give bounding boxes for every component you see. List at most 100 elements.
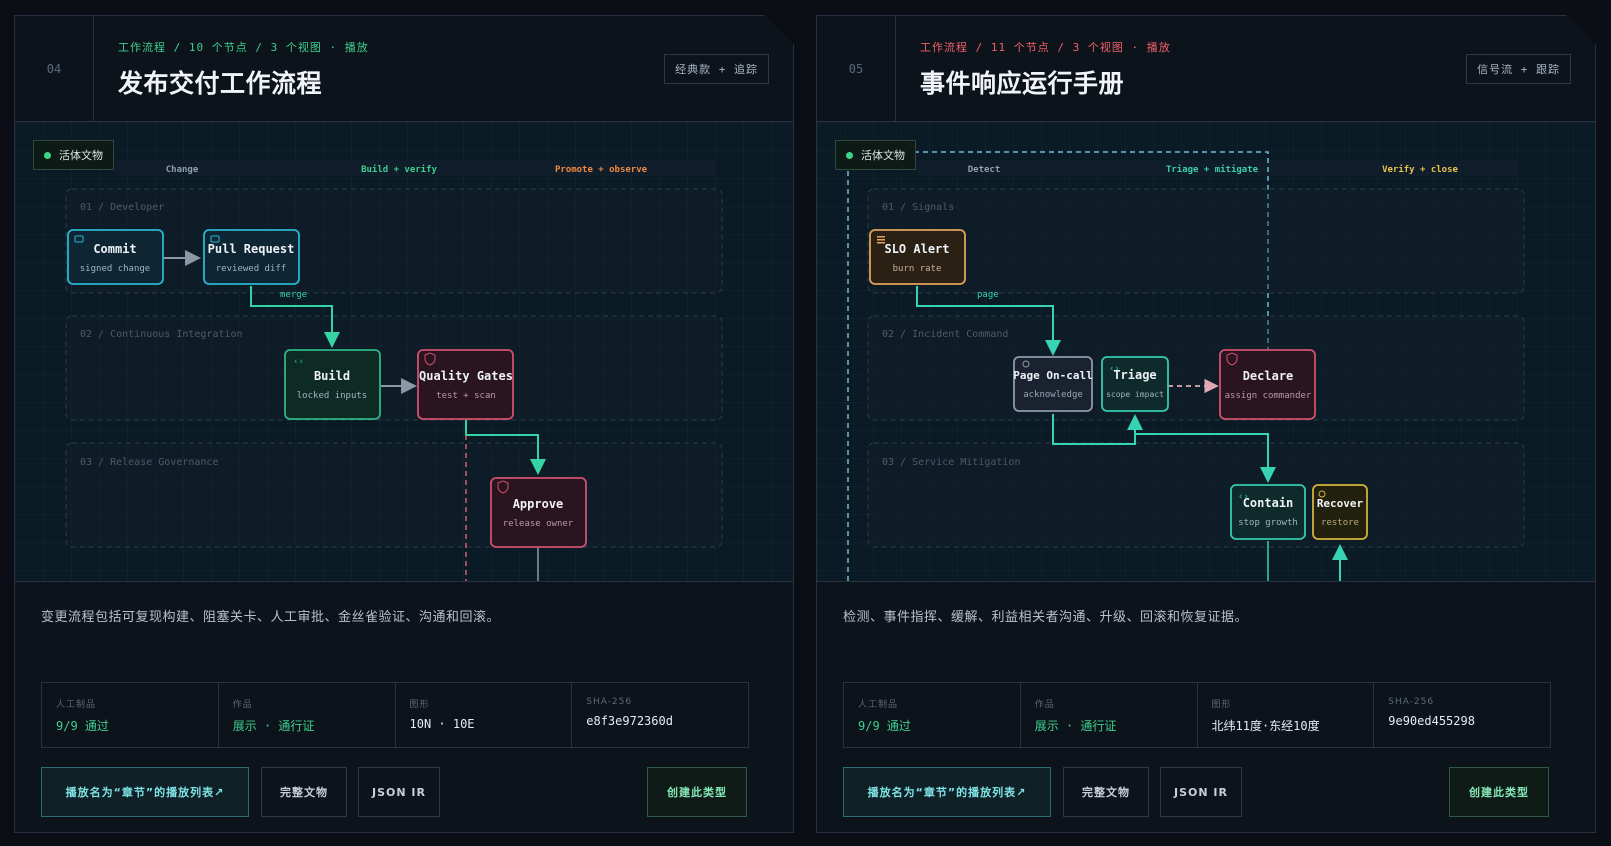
live-artifact-badge: 活体文物 (33, 140, 114, 170)
card-header: 04 工作流程 / 10 个节点 / 3 个视图 · 播放 发布交付工作流程 经… (15, 16, 793, 122)
node-declare[interactable]: Declare assign commander (1219, 349, 1316, 420)
workflow-card: 05 工作流程 / 11 个节点 / 3 个视图 · 播放 事件响应运行手册 信… (816, 15, 1596, 833)
full-artifact-button[interactable]: 完整文物 (261, 767, 347, 817)
stat-sha: SHA-256 e8f3e972360d (572, 683, 748, 747)
node-commit[interactable]: Commit signed change (67, 229, 164, 285)
swimlane (65, 188, 723, 294)
stat-label: 图形 (1211, 700, 1232, 710)
card-title: 发布交付工作流程 (118, 69, 323, 98)
phase-label: Change (166, 165, 199, 175)
lane-label: 03 / Release Governance (80, 457, 218, 468)
live-label: 活体文物 (59, 149, 103, 162)
stat-artifacts: 人工制品 9/9 通过 (844, 683, 1021, 747)
stat-value: 展示 · 通行证 (1034, 719, 1117, 733)
node-recover[interactable]: Recover restore (1312, 484, 1368, 540)
card-title: 事件响应运行手册 (920, 69, 1125, 98)
edge-label: page (977, 290, 999, 300)
node-title: Triage (1113, 368, 1156, 382)
workflow-card: 04 工作流程 / 10 个节点 / 3 个视图 · 播放 发布交付工作流程 经… (14, 15, 794, 833)
node-title: Build (314, 369, 350, 383)
live-artifact-badge: 活体文物 (835, 140, 916, 170)
stat-graph: 图形 北纬11度·东经10度 (1198, 683, 1375, 747)
node-subtitle: restore (1321, 518, 1359, 528)
create-type-button[interactable]: 创建此类型 (1449, 767, 1549, 817)
json-ir-button[interactable]: JSON IR (358, 767, 440, 817)
node-title: Approve (513, 497, 564, 511)
node-pull-request[interactable]: Pull Request reviewed diff (203, 229, 300, 285)
stat-sha: SHA-256 9e90ed455298 (1374, 683, 1550, 747)
node-build[interactable]: ‹› Build locked inputs (284, 349, 381, 420)
node-approve[interactable]: Approve release owner (490, 477, 587, 548)
swimlane (867, 188, 1525, 294)
card-description: 变更流程包括可复现构建、阻塞关卡、人工审批、金丝雀验证、沟通和回滚。 (41, 610, 501, 625)
json-ir-button[interactable]: JSON IR (1160, 767, 1242, 817)
node-subtitle: release owner (503, 519, 574, 529)
node-triage[interactable]: ‹› Triage scope impact (1101, 356, 1169, 412)
card-header: 05 工作流程 / 11 个节点 / 3 个视图 · 播放 事件响应运行手册 信… (817, 16, 1595, 122)
lane-label: 02 / Continuous Integration (80, 329, 243, 340)
node-subtitle: reviewed diff (216, 264, 286, 274)
stat-value: 9/9 通过 (858, 719, 911, 733)
node-subtitle: locked inputs (297, 391, 367, 401)
play-playlist-button[interactable]: 播放名为“章节”的播放列表↗ (41, 767, 249, 817)
lane-label: 03 / Service Mitigation (882, 457, 1020, 468)
live-label: 活体文物 (861, 149, 905, 162)
node-subtitle: signed change (80, 264, 150, 274)
card-number: 04 (15, 16, 94, 121)
node-title: Quality Gates (419, 369, 513, 383)
stat-label: 人工制品 (56, 700, 97, 710)
node-title: Contain (1243, 496, 1294, 510)
phase-label: Build + verify (361, 164, 437, 175)
status-dot (846, 151, 853, 159)
stat-works: 作品 展示 · 通行证 (1021, 683, 1198, 747)
view-mode-button[interactable]: 信号流 + 跟踪 (1466, 54, 1571, 84)
stat-value: e8f3e972360d (586, 714, 673, 728)
phase-label: Promote + observe (555, 165, 648, 175)
stat-works: 作品 展示 · 通行证 (219, 683, 396, 747)
node-slo-alert[interactable]: SLO Alert burn rate (869, 229, 966, 285)
card-kicker: 工作流程 / 10 个节点 / 3 个视图 · 播放 (118, 41, 369, 54)
node-subtitle: test + scan (436, 391, 496, 401)
stat-label: 作品 (232, 700, 253, 710)
stat-label: 图形 (409, 700, 430, 710)
diagram-stage: Change Build + verify Promote + observe … (15, 122, 793, 582)
node-title: Page On-call (1013, 369, 1092, 382)
node-subtitle: burn rate (893, 264, 942, 274)
stat-graph: 图形 10N · 10E (396, 683, 573, 747)
phase-label: Verify + close (1382, 164, 1458, 175)
node-title: Recover (1317, 497, 1364, 510)
workflow-diagram: Change Build + verify Promote + observe … (65, 160, 723, 581)
stat-value: 9e90ed455298 (1388, 714, 1475, 728)
stat-value: 9/9 通过 (56, 719, 109, 733)
stat-value: 展示 · 通行证 (232, 719, 315, 733)
full-artifact-button[interactable]: 完整文物 (1063, 767, 1149, 817)
lane-label: 02 / Incident Command (882, 329, 1008, 340)
stat-label: 作品 (1034, 700, 1055, 710)
stat-label: SHA-256 (586, 697, 633, 707)
code-icon: ‹› (293, 357, 304, 367)
node-page-on-call[interactable]: Page On-call acknowledge (1013, 356, 1093, 412)
stat-artifacts: 人工制品 9/9 通过 (42, 683, 219, 747)
status-dot (44, 151, 51, 159)
node-subtitle: stop growth (1238, 518, 1298, 528)
stat-label: 人工制品 (858, 700, 899, 710)
node-subtitle: acknowledge (1023, 390, 1083, 400)
phase-label: Triage + mitigate (1166, 164, 1259, 175)
node-subtitle: scope impact (1106, 390, 1164, 399)
create-type-button[interactable]: 创建此类型 (647, 767, 747, 817)
workflow-diagram: Detect Triage + mitigate Verify + close … (847, 151, 1525, 581)
diagram-stage: Detect Triage + mitigate Verify + close … (817, 122, 1595, 582)
node-contain[interactable]: ‹› Contain stop growth (1230, 484, 1306, 540)
lane-label: 01 / Developer (80, 202, 164, 213)
edge-label: merge (280, 290, 307, 300)
stats-grid: 人工制品 9/9 通过 作品 展示 · 通行证 图形 10N · 10E SHA… (41, 682, 749, 748)
node-quality-gates[interactable]: Quality Gates test + scan (417, 349, 514, 420)
node-subtitle: assign commander (1225, 391, 1312, 401)
view-mode-button[interactable]: 经典款 + 追踪 (664, 54, 769, 84)
card-description: 检测、事件指挥、缓解、利益相关者沟通、升级、回滚和恢复证据。 (843, 610, 1249, 625)
stat-label: SHA-256 (1388, 697, 1435, 707)
card-number: 05 (817, 16, 896, 121)
node-title: Commit (93, 242, 136, 256)
stat-value: 10N · 10E (409, 717, 475, 731)
play-playlist-button[interactable]: 播放名为“章节”的播放列表↗ (843, 767, 1051, 817)
